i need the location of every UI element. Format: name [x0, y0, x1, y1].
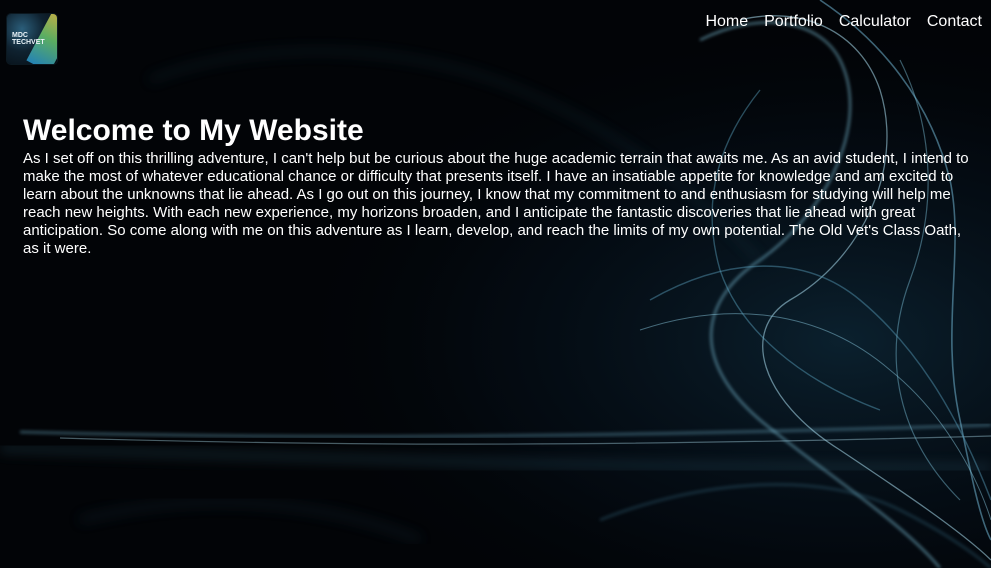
page: MDC TECHVET Home Portfolio Calculator Co… [0, 0, 991, 568]
logo-text-line2: TECHVET [12, 39, 45, 46]
nav-calculator-link[interactable]: Calculator [839, 13, 911, 31]
background-light-streaks [0, 0, 991, 568]
nav-contact-link[interactable]: Contact [927, 13, 982, 31]
main-nav: Home Portfolio Calculator Contact [689, 13, 982, 31]
nav-home-link[interactable]: Home [705, 13, 748, 31]
main-content: Welcome to My Website As I set off on th… [23, 114, 973, 258]
intro-paragraph: As I set off on this thrilling adventure… [23, 150, 969, 257]
site-logo[interactable]: MDC TECHVET [7, 14, 57, 64]
page-title: Welcome to My Website [23, 114, 364, 147]
nav-portfolio-link[interactable]: Portfolio [764, 13, 823, 31]
